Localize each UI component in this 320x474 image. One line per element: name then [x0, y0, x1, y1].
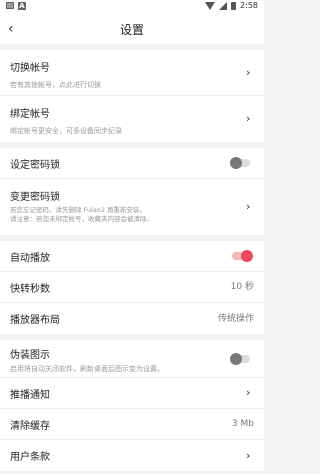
switch-account-desc: 若有其他帐号，点此进行切换: [10, 81, 101, 89]
bind-account-label: 绑定帐号: [10, 109, 50, 120]
skip-seconds-label: 快转秒数: [10, 283, 50, 295]
change-lock-label: 变更密码锁: [10, 192, 60, 203]
toggle-knob: [230, 352, 242, 365]
bind-account-desc: 绑定帐号更安全，可多设备同步纪录: [10, 127, 122, 135]
player-group: 自动播放 快转秒数 10 秒 播放器布局 传统操作: [0, 241, 264, 334]
autoplay-label: 自动播放: [10, 252, 50, 264]
chevron-right-icon: ›: [246, 200, 251, 213]
disguise-icon-desc: 启用将自动关闭软件，刷新桌面后图示变为设置。: [10, 365, 164, 373]
skip-seconds-value: 10 秒: [230, 282, 254, 292]
lock-group: 设定密码锁 变更密码锁 若您忘记密码，请先删除 Fulao2 再重新安装。 请注…: [0, 148, 264, 235]
user-terms-label: 用户条款: [10, 452, 50, 463]
chevron-right-icon: ›: [246, 112, 251, 125]
back-chevron-icon[interactable]: ‹: [8, 22, 22, 36]
autoplay-item: 自动播放: [0, 241, 264, 272]
clear-cache-label: 清除缓存: [10, 420, 50, 432]
change-lock-desc-line-1: 若您忘记密码，请先删除 Fulao2 再重新安装。: [10, 206, 147, 214]
change-lock-item[interactable]: 变更密码锁 若您忘记密码，请先删除 Fulao2 再重新安装。 请注意：若您未绑…: [0, 179, 264, 235]
signal-icon: [219, 1, 228, 10]
player-layout-label: 播放器布局: [10, 315, 60, 326]
chevron-right-icon: ›: [246, 448, 251, 462]
player-layout-item[interactable]: 播放器布局 传统操作: [0, 303, 264, 334]
status-time: 2:58: [240, 1, 258, 10]
bind-account-item[interactable]: 绑定帐号 绑定帐号更安全，可多设备同步纪录 ›: [0, 96, 264, 142]
push-notification-item[interactable]: 推播通知 ›: [0, 378, 264, 409]
disguise-icon-toggle[interactable]: [230, 352, 250, 365]
set-lock-item: 设定密码锁: [0, 148, 264, 179]
set-lock-label: 设定密码锁: [10, 159, 60, 171]
image-notification-icon: [6, 2, 14, 9]
chevron-right-icon: ›: [246, 386, 251, 399]
status-bar: A 2:58: [0, 0, 264, 14]
disguise-icon-item: 伪装图示 启用将自动关闭软件，刷新桌面后图示变为设置。: [0, 340, 264, 378]
player-layout-value: 传统操作: [217, 313, 254, 324]
push-notification-label: 推播通知: [10, 389, 50, 401]
change-lock-desc: 若您忘记密码，请先删除 Fulao2 再重新安装。 请注意：若您未绑定帐号，收藏…: [10, 206, 254, 224]
disguise-icon-label: 伪装图示: [10, 350, 50, 361]
skip-seconds-item[interactable]: 快转秒数 10 秒: [0, 272, 264, 303]
chevron-right-icon: ›: [246, 65, 251, 79]
switch-account-label: 切换帐号: [10, 63, 50, 74]
account-group: 切换帐号 若有其他帐号，点此进行切换 › 绑定帐号 绑定帐号更安全，可多设备同步…: [0, 50, 264, 142]
toggle-knob: [230, 157, 242, 169]
misc-group: 伪装图示 启用将自动关闭软件，刷新桌面后图示变为设置。 推播通知 › 清除缓存 …: [0, 340, 264, 471]
clear-cache-item[interactable]: 清除缓存 3 Mb: [0, 409, 264, 440]
page-title: 设置: [119, 22, 144, 37]
switch-account-item[interactable]: 切换帐号 若有其他帐号，点此进行切换 ›: [0, 50, 264, 96]
change-lock-desc-line-2: 请注意：若您未绑定帐号，收藏夹内容会被清除。: [10, 215, 153, 223]
wifi-icon: [205, 1, 216, 10]
toggle-knob: [241, 250, 253, 262]
app-notification-icon: A: [18, 2, 26, 10]
autoplay-toggle[interactable]: [232, 250, 253, 262]
set-lock-toggle[interactable]: [230, 157, 250, 169]
app-header: ‹ 设置: [0, 14, 264, 44]
battery-icon: [231, 1, 237, 10]
user-terms-item[interactable]: 用户条款 ›: [0, 440, 264, 471]
cache-size-value: 3 Mb: [231, 419, 254, 429]
